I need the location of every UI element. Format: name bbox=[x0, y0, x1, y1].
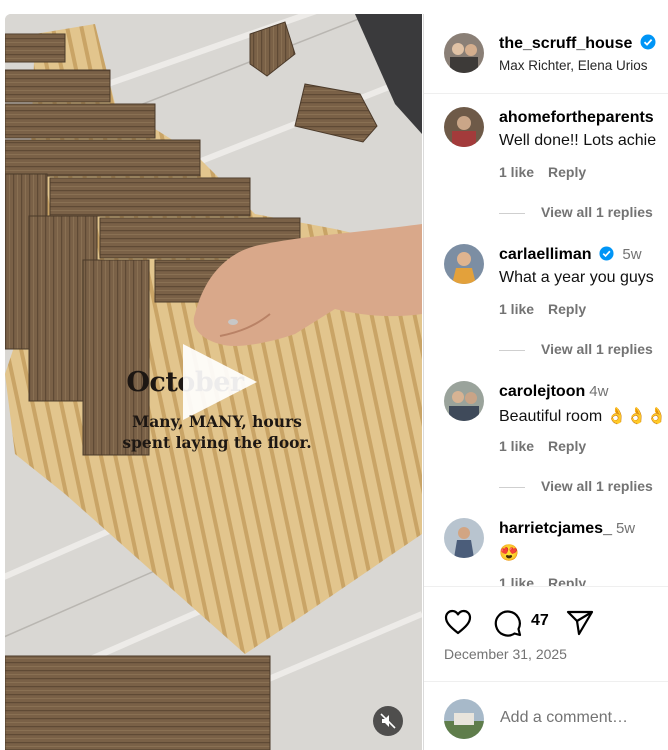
comment-text: Well done!! Lots achie bbox=[499, 132, 657, 149]
view-replies-link[interactable]: View all 1 replies bbox=[499, 204, 653, 220]
comment-text: What a year you guys bbox=[499, 269, 654, 286]
reply-button[interactable]: Reply bbox=[548, 575, 586, 586]
video-overlay-caption: Many, MANY, hours spent laying the floor… bbox=[122, 412, 312, 452]
speaker-muted-icon bbox=[380, 713, 396, 729]
comment-item: ahomefortheparents Well done!! Lots achi… bbox=[424, 94, 668, 231]
comment-item: carolejtoon 4w Beautiful room 👌👌👌 1 like R… bbox=[424, 368, 668, 505]
comment-item: harrietcjames_ 5w 😍 1 like Reply bbox=[424, 505, 668, 586]
author-avatar[interactable] bbox=[444, 33, 484, 73]
comment-time[interactable]: 4w bbox=[589, 383, 608, 400]
commenter-avatar[interactable] bbox=[444, 107, 484, 147]
post-date[interactable]: December 31, 2025 bbox=[444, 646, 567, 662]
reply-button[interactable]: Reply bbox=[548, 301, 586, 317]
post-actions-bar: 47 December 31, 2025 bbox=[424, 586, 668, 681]
add-comment-bar bbox=[424, 681, 668, 750]
commenter-username[interactable]: harrietcjames_ bbox=[499, 520, 612, 537]
view-replies-link[interactable]: View all 1 replies bbox=[499, 341, 653, 357]
reply-button[interactable]: Reply bbox=[548, 438, 586, 454]
comment-item: carlaelliman 5w What a year you guys 1 l… bbox=[424, 231, 668, 368]
comment-text: Beautiful room 👌👌👌 bbox=[499, 408, 667, 425]
share-button[interactable] bbox=[566, 609, 594, 641]
current-user-avatar bbox=[444, 699, 484, 739]
commenter-username[interactable]: ahomefortheparents bbox=[499, 109, 654, 126]
verified-badge-icon bbox=[599, 246, 614, 261]
comment-likes[interactable]: 1 like bbox=[499, 301, 534, 317]
comment-button[interactable] bbox=[494, 609, 522, 642]
post-video[interactable]: October Many, MANY, hours spent laying t… bbox=[5, 14, 422, 750]
comments-list[interactable]: ahomefortheparents Well done!! Lots achi… bbox=[424, 94, 668, 586]
comment-time[interactable]: 5w bbox=[616, 520, 635, 537]
collaborators-line[interactable]: Max Richter, Elena Urios bbox=[499, 58, 648, 73]
comment-likes[interactable]: 1 like bbox=[499, 575, 534, 586]
comment-text: 😍 bbox=[499, 545, 519, 562]
commenter-username[interactable]: carolejtoon bbox=[499, 383, 585, 400]
comment-time[interactable]: 5w bbox=[622, 246, 641, 263]
comment-likes[interactable]: 1 like bbox=[499, 438, 534, 454]
comment-likes[interactable]: 1 like bbox=[499, 164, 534, 180]
commenter-avatar[interactable] bbox=[444, 244, 484, 284]
commenter-avatar[interactable] bbox=[444, 381, 484, 421]
verified-badge-icon bbox=[640, 34, 656, 50]
view-replies-link[interactable]: View all 1 replies bbox=[499, 478, 653, 494]
comment-bubble-icon bbox=[494, 610, 522, 637]
comment-count: 47 bbox=[531, 612, 549, 629]
add-comment-input[interactable] bbox=[500, 706, 660, 730]
commenter-avatar[interactable] bbox=[444, 518, 484, 558]
paper-plane-icon bbox=[566, 610, 594, 636]
post-side-panel: the_scruff_house Max Richter, Elena Urio… bbox=[423, 14, 668, 750]
commenter-username[interactable]: carlaelliman bbox=[499, 246, 592, 263]
mute-toggle-button[interactable] bbox=[373, 706, 403, 736]
reply-button[interactable]: Reply bbox=[548, 164, 586, 180]
author-username[interactable]: the_scruff_house bbox=[499, 35, 632, 52]
heart-icon bbox=[444, 609, 472, 635]
like-button[interactable] bbox=[444, 609, 472, 640]
post-header: the_scruff_house Max Richter, Elena Urio… bbox=[424, 14, 668, 94]
